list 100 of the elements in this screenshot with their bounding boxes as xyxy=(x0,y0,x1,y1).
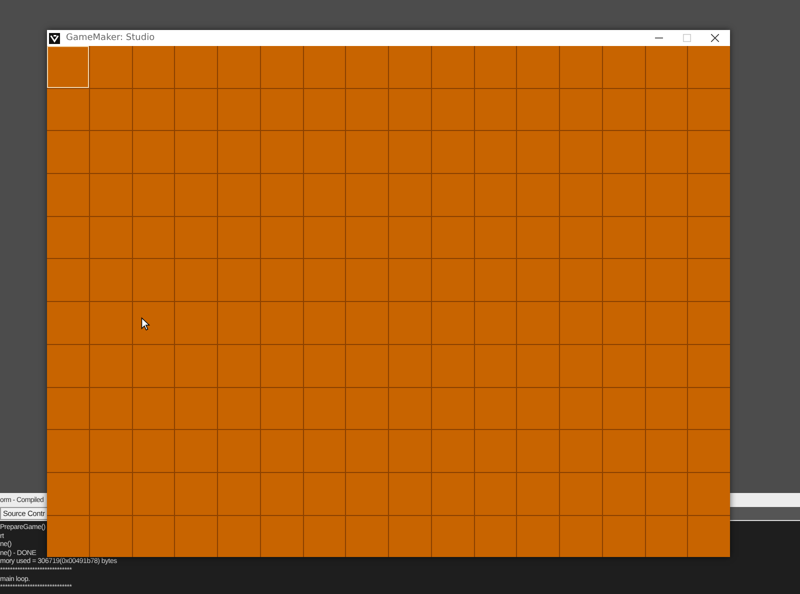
board-tile[interactable] xyxy=(346,216,388,258)
board-tile[interactable] xyxy=(47,131,89,174)
board-tile[interactable] xyxy=(560,388,602,430)
board-tile[interactable] xyxy=(218,302,260,344)
board-tile[interactable] xyxy=(218,516,260,558)
board-tile[interactable] xyxy=(602,516,644,558)
board-tile[interactable] xyxy=(218,131,260,174)
board-tile[interactable] xyxy=(389,472,431,515)
board-tile[interactable] xyxy=(517,88,559,130)
board-tile[interactable] xyxy=(260,388,302,430)
board-tile[interactable] xyxy=(602,344,644,386)
board-tile[interactable] xyxy=(90,344,132,386)
board-tile[interactable] xyxy=(260,516,302,558)
board-tile[interactable] xyxy=(132,216,174,258)
board-tile[interactable] xyxy=(688,259,730,302)
board-tile[interactable] xyxy=(560,259,602,302)
board-tile[interactable] xyxy=(218,174,260,216)
board-tile[interactable] xyxy=(132,174,174,216)
board-tile[interactable] xyxy=(175,344,217,386)
board-tile[interactable] xyxy=(218,430,260,472)
board-tile[interactable] xyxy=(90,88,132,130)
board-tile[interactable] xyxy=(432,174,474,216)
board-tile[interactable] xyxy=(389,344,431,386)
board-tile[interactable] xyxy=(132,302,174,344)
board-tile[interactable] xyxy=(175,388,217,430)
board-tile[interactable] xyxy=(560,131,602,174)
board-tile[interactable] xyxy=(646,388,688,430)
board-tile[interactable] xyxy=(688,46,730,88)
board-tile[interactable] xyxy=(602,174,644,216)
board-tile[interactable] xyxy=(602,131,644,174)
board-tile[interactable] xyxy=(47,216,89,258)
board-tile[interactable] xyxy=(474,344,516,386)
board-tile[interactable] xyxy=(132,131,174,174)
board-tile[interactable] xyxy=(260,472,302,515)
board-tile[interactable] xyxy=(602,302,644,344)
board-tile[interactable] xyxy=(389,516,431,558)
board-tile[interactable] xyxy=(218,388,260,430)
close-icon[interactable] xyxy=(711,34,719,42)
board-tile[interactable] xyxy=(688,344,730,386)
board-tile[interactable] xyxy=(602,46,644,88)
board-tile[interactable] xyxy=(560,516,602,558)
board-tile[interactable] xyxy=(175,174,217,216)
board-tile[interactable] xyxy=(132,46,174,88)
board-tile[interactable] xyxy=(688,302,730,344)
board-tile[interactable] xyxy=(260,174,302,216)
board-tile[interactable] xyxy=(47,174,89,216)
board-tile[interactable] xyxy=(218,259,260,302)
board-tile[interactable] xyxy=(47,88,89,130)
board-tile[interactable] xyxy=(260,430,302,472)
board-tile[interactable] xyxy=(304,302,346,344)
board-tile[interactable] xyxy=(47,430,89,472)
board-tile[interactable] xyxy=(90,216,132,258)
board-tile[interactable] xyxy=(90,302,132,344)
board-tile[interactable] xyxy=(304,472,346,515)
board-tile[interactable] xyxy=(132,516,174,558)
board-tile[interactable] xyxy=(132,344,174,386)
board-tile[interactable] xyxy=(218,46,260,88)
board-tile[interactable] xyxy=(304,216,346,258)
board-tile[interactable] xyxy=(90,388,132,430)
board-tile[interactable] xyxy=(688,131,730,174)
board-tile[interactable] xyxy=(346,430,388,472)
board-tile[interactable] xyxy=(132,430,174,472)
board-tile[interactable] xyxy=(346,302,388,344)
board-tile[interactable] xyxy=(47,472,89,515)
board-tile[interactable] xyxy=(432,46,474,88)
board-tile[interactable] xyxy=(90,131,132,174)
board-tile[interactable] xyxy=(646,430,688,472)
board-tile[interactable] xyxy=(432,131,474,174)
board-tile[interactable] xyxy=(474,302,516,344)
board-tile[interactable] xyxy=(389,131,431,174)
board-tile[interactable] xyxy=(474,259,516,302)
board-tile[interactable] xyxy=(602,259,644,302)
board-tile[interactable] xyxy=(175,430,217,472)
board-tile[interactable] xyxy=(90,259,132,302)
board-tile[interactable] xyxy=(218,216,260,258)
board-tile[interactable] xyxy=(175,259,217,302)
board-tile[interactable] xyxy=(389,302,431,344)
board-tile[interactable] xyxy=(346,388,388,430)
board-tile[interactable] xyxy=(646,472,688,515)
board-tile[interactable] xyxy=(260,302,302,344)
board-tile[interactable] xyxy=(132,259,174,302)
board-tile[interactable] xyxy=(646,46,688,88)
board-tile[interactable] xyxy=(432,216,474,258)
board-tile[interactable] xyxy=(47,302,89,344)
board-tile[interactable] xyxy=(346,131,388,174)
board-tile[interactable] xyxy=(47,344,89,386)
board-tile[interactable] xyxy=(560,216,602,258)
maximize-icon[interactable] xyxy=(683,34,691,42)
board-tile[interactable] xyxy=(646,88,688,130)
board-tile[interactable] xyxy=(474,174,516,216)
board-tile[interactable] xyxy=(688,516,730,558)
board-tile[interactable] xyxy=(346,46,388,88)
board-tile[interactable] xyxy=(646,516,688,558)
board-tile[interactable] xyxy=(517,174,559,216)
board-tile[interactable] xyxy=(474,216,516,258)
board-tile[interactable] xyxy=(389,259,431,302)
board-tile[interactable] xyxy=(646,259,688,302)
board-tile[interactable] xyxy=(260,216,302,258)
board-tile[interactable] xyxy=(304,344,346,386)
board-tile[interactable] xyxy=(517,344,559,386)
